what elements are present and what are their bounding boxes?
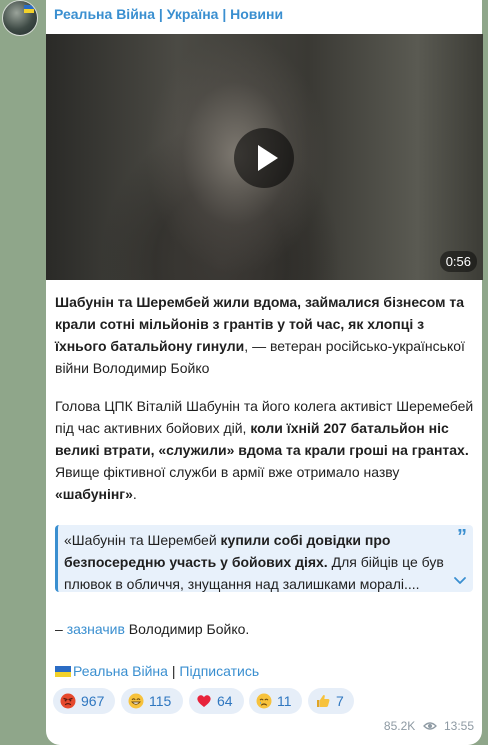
channel-avatar[interactable]	[2, 0, 38, 36]
reaction-cry[interactable]: 11	[249, 688, 302, 714]
grinning-face-icon	[128, 693, 144, 709]
play-icon	[258, 145, 278, 171]
message-meta: 85.2K 13:55	[384, 719, 474, 733]
reaction-count: 115	[149, 693, 172, 709]
channel-link[interactable]: Реальна Війна	[73, 663, 168, 679]
play-button[interactable]	[234, 128, 294, 188]
subscribe-link[interactable]: Підписатись	[179, 663, 259, 679]
post-paragraph-2: Голова ЦПК Віталій Шабунін та його колег…	[55, 395, 475, 505]
angry-face-icon	[60, 693, 76, 709]
p3-dash: –	[55, 621, 67, 637]
eye-icon	[422, 722, 437, 730]
footer-links: Реальна Війна | Підписатись	[55, 660, 259, 682]
message-time: 13:55	[443, 719, 474, 733]
reaction-count: 7	[336, 693, 344, 709]
ukraine-flag-icon	[24, 5, 34, 13]
blockquote[interactable]: «Шабунін та Шерембей купили собі довідки…	[55, 525, 473, 592]
p2-text-3: .	[132, 486, 137, 502]
reaction-count: 11	[277, 693, 292, 709]
video-duration: 0:56	[439, 251, 477, 272]
mention-link[interactable]: зазначив	[67, 621, 125, 637]
red-heart-icon	[197, 695, 211, 707]
reaction-angry[interactable]: 967	[53, 688, 115, 714]
footer-separator: |	[167, 663, 180, 679]
reaction-grin[interactable]: 115	[121, 688, 183, 714]
chevron-down-icon[interactable]	[453, 573, 467, 587]
quote-text-1: «Шабунін та Шерембей	[64, 532, 221, 548]
ukraine-flag-icon	[55, 666, 71, 677]
reaction-count: 64	[217, 693, 233, 709]
crying-face-icon	[256, 693, 272, 709]
p2-text-2: Явище фіктивної служби в армії вже отрим…	[55, 464, 400, 480]
p3-rest: Володимир Бойко.	[124, 621, 250, 637]
reaction-count: 967	[81, 693, 105, 709]
quote-mark-icon: ”	[457, 526, 467, 548]
post-paragraph-1: Шабунін та Шерембей жили вдома, займалис…	[55, 291, 475, 379]
message-bubble: Реальна Війна | Україна | Новини 0:56 Ша…	[46, 0, 483, 745]
view-count: 85.2K	[383, 719, 416, 733]
p2-bold-2: «шабунінг»	[55, 486, 133, 502]
video-preview[interactable]: 0:56	[46, 34, 483, 280]
channel-name[interactable]: Реальна Війна | Україна | Новини	[54, 6, 283, 22]
thumbs-up-icon	[317, 694, 330, 707]
reaction-thumbs-up[interactable]: 7	[308, 688, 354, 714]
post-paragraph-3: – зазначив Володимир Бойко.	[55, 618, 475, 640]
reaction-heart[interactable]: 64	[189, 688, 244, 714]
